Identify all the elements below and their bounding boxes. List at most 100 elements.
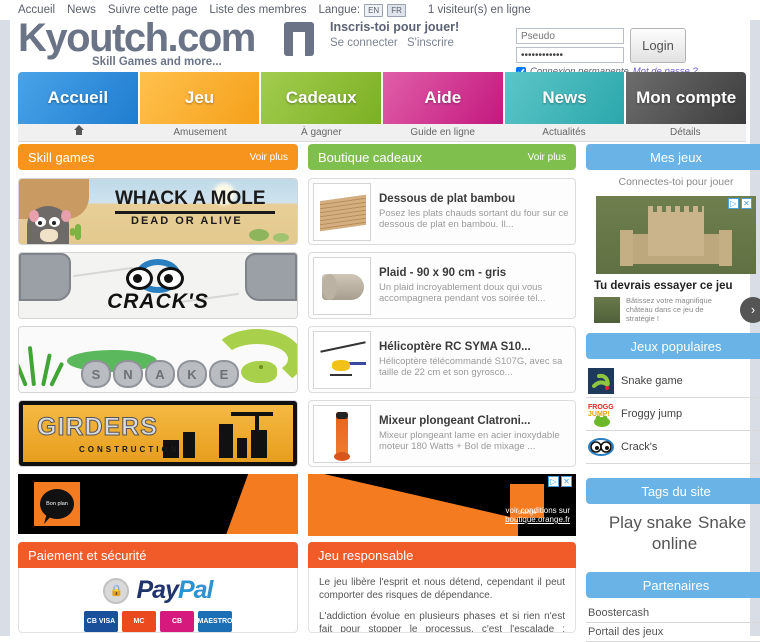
nav-label-accueil: Accueil — [47, 88, 109, 107]
product-thumbnail — [313, 404, 371, 463]
product-description: Mixeur plongeant lame en acier inoxydabl… — [379, 430, 560, 452]
nav-item-accueil[interactable]: Accueil — [18, 72, 140, 124]
signup-callout: Inscris-toi pour jouer! Se connecter S'i… — [330, 20, 460, 49]
language-switcher: Langue: EN FR — [318, 3, 406, 17]
skill-games-header: Skill games Voir plus — [18, 144, 298, 170]
product-row[interactable]: Plaid - 90 x 90 cm - gris Un plaid incro… — [308, 252, 576, 319]
topbar-link-accueil[interactable]: Accueil — [18, 4, 55, 16]
home-icon — [73, 125, 84, 135]
snake-art: S N A K E — [19, 327, 297, 392]
topbar-link-news[interactable]: News — [67, 4, 96, 16]
login-link[interactable]: Se connecter — [330, 37, 398, 49]
product-title: Plaid - 90 x 90 cm - gris — [379, 267, 507, 279]
game-banner-cracks[interactable]: CRACK'S — [18, 252, 298, 319]
my-games-header: Mes jeux — [586, 144, 760, 170]
advertisement-bon-plan[interactable]: Bon plan — [18, 474, 298, 534]
login-form: Login Connexion permanente Mot de passe … — [516, 28, 748, 77]
game-banner-snake[interactable]: S N A K E — [18, 326, 298, 393]
paypal-logo: PayPal — [136, 576, 213, 604]
game-title-whack-a-mole: WHACK A MOLE — [115, 188, 266, 209]
advertisement-castle-game[interactable]: ▷ ✕ Tu devrais essayer ce jeu Bâtissez v… — [586, 196, 760, 323]
responsible-gaming-header: Jeu responsable — [308, 542, 576, 568]
nav-label-news: News — [542, 88, 587, 107]
main-navigation: Accueil Jeu Cadeaux Aide News Mon compte — [18, 72, 747, 124]
nav-sub-aide: Guide en ligne — [410, 127, 475, 138]
close-ad-icon[interactable]: ✕ — [561, 476, 572, 487]
nav-label-aide: Aide — [424, 88, 462, 107]
nav-item-aide[interactable]: Aide — [383, 72, 505, 124]
ad-conditions: voir conditions sur boutique.orange.fr — [505, 506, 570, 524]
topbar-link-liste-des-membres[interactable]: Liste des membres — [209, 4, 306, 16]
shop-title: Boutique cadeaux — [318, 149, 423, 165]
signup-title: Inscris-toi pour jouer! — [330, 20, 460, 34]
register-link[interactable]: S'inscrire — [407, 37, 454, 49]
close-ad-icon[interactable]: ✕ — [741, 198, 752, 209]
product-title: Mixeur plongeant Clatroni... — [379, 415, 531, 427]
payment-header: Paiement et sécurité — [18, 542, 298, 568]
ad-choices-controls[interactable]: ▷ ✕ — [548, 476, 572, 487]
site-logo-text[interactable]: Kyoutch.com — [18, 16, 256, 61]
language-label: Langue: — [318, 4, 361, 16]
nav-item-news[interactable]: News — [504, 72, 627, 124]
castle-ad-next-button[interactable]: › — [740, 296, 760, 323]
nav-sub-cadeaux: À gagner — [301, 127, 342, 138]
login-button[interactable]: Login — [630, 28, 686, 63]
nav-item-cadeaux[interactable]: Cadeaux — [261, 72, 384, 124]
ad-conditions-link[interactable]: boutique.orange.fr — [505, 515, 570, 524]
card-logo-maestro: MAESTRO — [198, 611, 233, 632]
product-row[interactable]: Dessous de plat bambou Posez les plats c… — [308, 178, 576, 245]
advertisement-orange[interactable]: ▷ ✕ orange voir conditions sur boutique.… — [308, 474, 576, 536]
topbar-link-suivre-cette-page[interactable]: Suivre cette page — [108, 4, 198, 16]
nav-label-jeu: Jeu — [184, 88, 215, 107]
nav-sub-jeu: Amusement — [173, 127, 227, 138]
popular-game-item[interactable]: Crack's — [586, 431, 760, 464]
popular-game-item[interactable]: Snake game — [586, 365, 760, 398]
responsible-gaming-body: Le jeu libère l'esprit et nous détend, c… — [308, 568, 576, 633]
payment-title: Paiement et sécurité — [28, 547, 147, 563]
nav-subtitles: Amusement À gagner Guide en ligne Actual… — [18, 124, 746, 142]
tag-play-snake[interactable]: Play snake — [609, 513, 692, 532]
language-button-en[interactable]: EN — [364, 3, 384, 17]
bon-plan-label: Bon plan — [40, 489, 74, 519]
product-title: Dessous de plat bambou — [379, 193, 516, 205]
popular-game-item[interactable]: FROGGY JUMP! Froggy jump — [586, 398, 760, 431]
nav-sub-news: Actualités — [542, 127, 586, 138]
username-input[interactable] — [516, 28, 624, 44]
shop-more-link[interactable]: Voir plus — [528, 152, 566, 163]
partners-header: Partenaires — [586, 572, 760, 598]
ad-choices-controls[interactable]: ▷ ✕ — [728, 198, 752, 209]
responsible-gaming-title: Jeu responsable — [318, 547, 414, 563]
column-skill-games: Skill games Voir plus WHACK A MOLE DEAD … — [18, 144, 298, 642]
girders-art: GIRDERS CONSTRUCTION — [19, 401, 297, 466]
site-tagline: Skill Games and more... — [92, 56, 222, 68]
tag-cloud: Play snake Snake online — [586, 510, 760, 562]
popular-game-label: Crack's — [621, 441, 658, 453]
adchoices-icon[interactable]: ▷ — [548, 476, 559, 487]
brand-header: Kyoutch.com Skill Games and more... Insc… — [0, 16, 760, 77]
product-thumbnail — [313, 330, 371, 389]
content-columns: Skill games Voir plus WHACK A MOLE DEAD … — [18, 144, 760, 642]
signup-links: Se connecter S'inscrire — [330, 37, 460, 49]
adchoices-icon[interactable]: ▷ — [728, 198, 739, 209]
game-banner-girders[interactable]: GIRDERS CONSTRUCTION — [18, 400, 298, 467]
nav-item-jeu[interactable]: Jeu — [139, 72, 262, 124]
password-input[interactable] — [516, 47, 624, 63]
language-button-fr[interactable]: FR — [387, 3, 406, 17]
partner-item[interactable]: Portail des jeux — [586, 623, 760, 642]
tags-header: Tags du site — [586, 478, 760, 504]
product-row[interactable]: Hélicoptère RC SYMA S10... Hélicoptère t… — [308, 326, 576, 393]
skill-games-more-link[interactable]: Voir plus — [250, 152, 288, 163]
svg-text:FROGGY: FROGGY — [588, 404, 614, 411]
column-shop: Boutique cadeaux Voir plus Dessous de pl… — [308, 144, 576, 642]
nav-sub-mon-compte: Détails — [670, 127, 701, 138]
game-subtitle-whack-a-mole: DEAD OR ALIVE — [131, 215, 243, 227]
popular-game-label: Froggy jump — [621, 408, 683, 420]
shop-header: Boutique cadeaux Voir plus — [308, 144, 576, 170]
game-banner-whack-a-mole[interactable]: WHACK A MOLE DEAD OR ALIVE — [18, 178, 298, 245]
my-games-note: Connectes-toi pour jouer — [618, 176, 734, 188]
castle-ad-thumbnail — [594, 296, 620, 323]
product-row[interactable]: Mixeur plongeant Clatroni... Mixeur plon… — [308, 400, 576, 467]
nav-item-mon-compte[interactable]: Mon compte — [626, 72, 747, 124]
nav-label-cadeaux: Cadeaux — [285, 88, 357, 107]
partner-item[interactable]: Boostercash — [586, 604, 760, 623]
